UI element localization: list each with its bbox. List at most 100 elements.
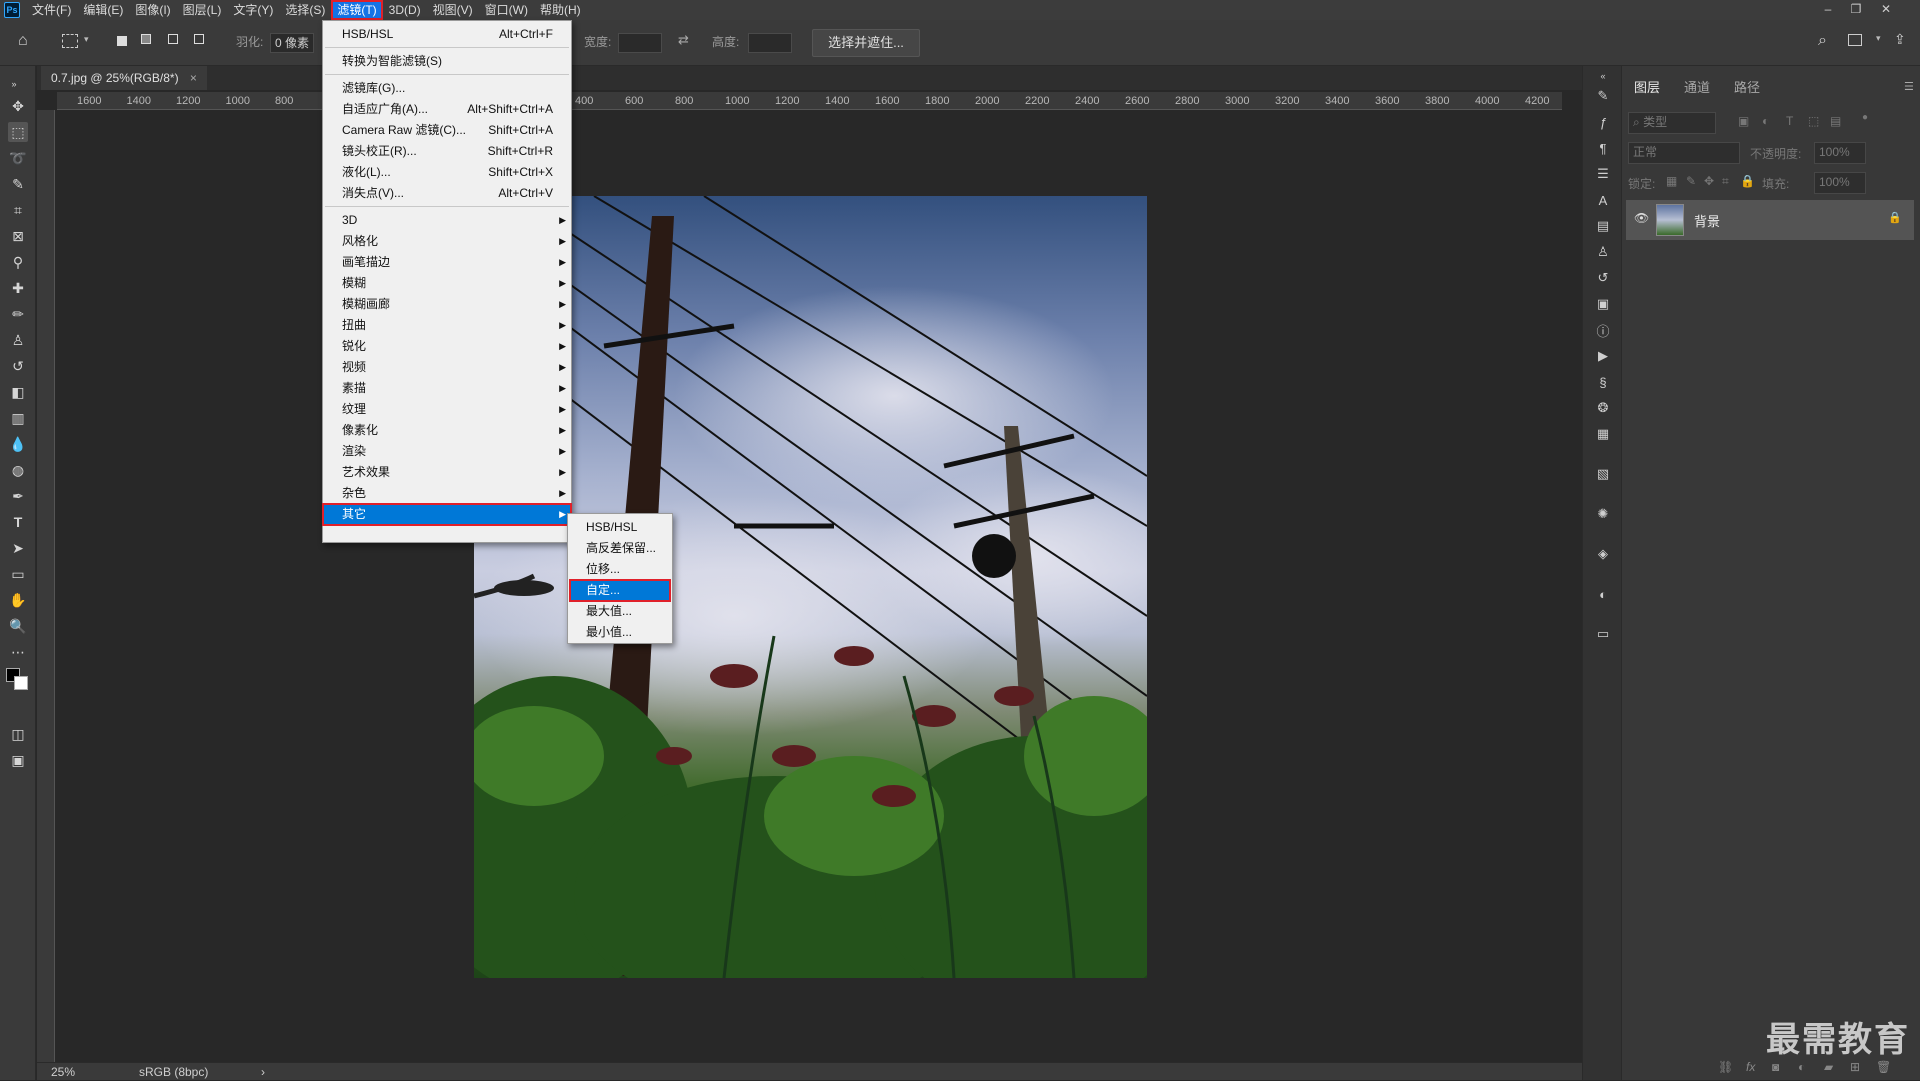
panel-menu-icon[interactable]: ☰ [1904, 80, 1914, 93]
filter-menu-item[interactable]: 消失点(V)... Alt+Ctrl+V [323, 183, 571, 204]
menu-3d[interactable]: 3D(D) [383, 0, 427, 20]
minimize-icon[interactable]: – [1814, 0, 1842, 20]
background-color-swatch[interactable] [14, 676, 28, 690]
zoom-tool-icon[interactable]: 🔍 [8, 616, 28, 636]
swap-icon[interactable]: ⇄ [678, 32, 689, 48]
layer-filter-select[interactable]: ⌕ 类型 [1628, 112, 1716, 134]
eyedropper-tool-icon[interactable]: ⚲ [8, 252, 28, 272]
home-icon[interactable]: ⌂ [18, 32, 28, 50]
layer-name[interactable]: 背景 [1694, 211, 1720, 230]
filter-submenu-other[interactable]: 其它 ▶ [322, 503, 572, 526]
filter-menu-item[interactable]: 镜头校正(R)... Shift+Ctrl+R [323, 141, 571, 162]
select-and-mask-button[interactable]: 选择并遮住... [812, 29, 920, 57]
restore-icon[interactable]: ❐ [1842, 0, 1870, 20]
collapse-icon[interactable]: » [4, 74, 24, 94]
new-selection-icon[interactable] [117, 36, 127, 46]
layer-row[interactable]: 👁 背景 🔒 [1626, 200, 1914, 240]
filter-menu-item[interactable]: Camera Raw 滤镜(C)... Shift+Ctrl+A [323, 120, 571, 141]
other-submenu-item[interactable]: 高反差保留... [570, 538, 670, 559]
filter-submenu-item[interactable]: 视频 ▶ [323, 357, 571, 378]
filter-submenu-item[interactable]: 杂色 ▶ [323, 483, 571, 504]
lock-position-icon[interactable]: ✥ [1704, 174, 1714, 188]
adjustments-icon[interactable]: ☰ [1593, 164, 1613, 184]
quick-mask-icon[interactable]: ◫ [8, 724, 28, 744]
zoom-level[interactable]: 25% [51, 1063, 75, 1081]
rectangle-tool-icon[interactable]: ▭ [8, 564, 28, 584]
menu-filter[interactable]: 滤镜(T) [331, 0, 383, 20]
type-tool-icon[interactable]: T [8, 512, 28, 532]
quick-select-tool-icon[interactable]: ✎ [8, 174, 28, 194]
new-layer-icon[interactable]: ⊞ [1850, 1060, 1860, 1074]
tab-channels[interactable]: 通道 [1672, 76, 1722, 100]
actions-icon[interactable]: ▶ [1593, 346, 1613, 366]
width-input[interactable] [618, 33, 662, 53]
healing-brush-tool-icon[interactable]: ✚ [8, 278, 28, 298]
filter-submenu-item[interactable]: 渲染 ▶ [323, 441, 571, 462]
chevron-down-icon[interactable]: ▾ [1876, 33, 1881, 44]
screen-mode-icon[interactable]: ▣ [8, 750, 28, 770]
filter-menu-item[interactable]: 滤镜库(G)... [323, 78, 571, 99]
adjustment-filter-icon[interactable]: ◐ [1762, 114, 1769, 128]
lock-artboard-icon[interactable]: ⌗ [1722, 174, 1729, 189]
brush-tool-icon[interactable]: ✏ [8, 304, 28, 324]
crop-tool-icon[interactable]: ⌗ [8, 200, 28, 220]
marquee-tool-icon[interactable]: ⬚ [8, 122, 28, 142]
stamp-tool-icon[interactable]: ♙ [8, 330, 28, 350]
lasso-tool-icon[interactable]: ➰ [8, 148, 28, 168]
workspace-icon[interactable] [1848, 34, 1862, 46]
marquee-preset-icon[interactable] [62, 34, 78, 48]
pixel-filter-icon[interactable]: ▣ [1738, 114, 1749, 128]
table-icon[interactable]: ▦ [1593, 424, 1613, 444]
other-submenu-item[interactable]: 位移... [570, 559, 670, 580]
menu-edit[interactable]: 编辑(E) [77, 0, 129, 20]
filter-submenu-item[interactable]: 纹理 ▶ [323, 399, 571, 420]
lock-image-icon[interactable]: ✎ [1686, 174, 1696, 188]
filter-submenu-item[interactable]: 艺术效果 ▶ [323, 462, 571, 483]
gradient-tool-icon[interactable]: ▥ [8, 408, 28, 428]
filter-submenu-item[interactable]: 模糊 ▶ [323, 273, 571, 294]
menu-file[interactable]: 文件(F) [26, 0, 77, 20]
menu-view[interactable]: 视图(V) [427, 0, 479, 20]
frame-tool-icon[interactable]: ⊠ [8, 226, 28, 246]
document-tab[interactable]: 0.7.jpg @ 25%(RGB/8*) × [41, 66, 207, 90]
lock-all-icon[interactable]: 🔒 [1740, 174, 1755, 188]
close-icon[interactable]: ✕ [1872, 0, 1900, 20]
blend-mode-select[interactable]: 正常 [1628, 142, 1740, 164]
paths-icon[interactable]: § [1593, 372, 1613, 392]
filter-toggle-icon[interactable]: ● [1862, 112, 1868, 123]
properties-icon[interactable]: ✺ [1593, 504, 1613, 524]
menu-type[interactable]: 文字(Y) [227, 0, 279, 20]
share-icon[interactable]: ⇪ [1894, 31, 1906, 48]
link-layers-icon[interactable]: ⛓ [1718, 1060, 1733, 1074]
filter-menu-item[interactable]: 转换为智能滤镜(S) [323, 51, 571, 72]
clone-source-icon[interactable]: ♙ [1593, 242, 1613, 262]
filter-menu-item[interactable]: 液化(L)... Shift+Ctrl+X [323, 162, 571, 183]
tab-layers[interactable]: 图层 [1622, 76, 1672, 100]
status-menu-arrow[interactable]: › [261, 1063, 265, 1081]
close-tab-icon[interactable]: × [190, 71, 197, 85]
visibility-eye-icon[interactable]: 👁 [1634, 211, 1649, 225]
menu-help[interactable]: 帮助(H) [534, 0, 587, 20]
3d-icon[interactable]: ❂ [1593, 398, 1613, 418]
filter-submenu-item[interactable]: 素描 ▶ [323, 378, 571, 399]
libraries-icon[interactable]: ◈ [1593, 544, 1613, 564]
filter-menu-item[interactable]: 自适应广角(A)... Alt+Shift+Ctrl+A [323, 99, 571, 120]
intersect-selection-icon[interactable] [194, 34, 204, 44]
filter-menu-item[interactable]: HSB/HSL Alt+Ctrl+F [323, 24, 571, 45]
filter-submenu-item[interactable]: 风格化 ▶ [323, 231, 571, 252]
other-submenu-item[interactable]: 最小值... [570, 622, 670, 643]
pen-tool-icon[interactable]: ✒ [8, 486, 28, 506]
more-tools-icon[interactable]: ⋯ [8, 642, 28, 662]
adjustment-layer-icon[interactable]: ◐ [1798, 1060, 1805, 1074]
history-icon[interactable]: ↺ [1593, 268, 1613, 288]
chevron-down-icon[interactable]: ▾ [84, 34, 89, 45]
fx-icon[interactable]: ƒ [1593, 112, 1613, 132]
opacity-input[interactable]: 100% [1814, 142, 1866, 164]
eraser-tool-icon[interactable]: ◧ [8, 382, 28, 402]
add-mask-icon[interactable]: ◙ [1772, 1060, 1779, 1074]
search-icon[interactable]: ⌕ [1818, 32, 1827, 50]
delete-layer-icon[interactable]: 🗑 [1876, 1060, 1891, 1074]
menu-window[interactable]: 窗口(W) [479, 0, 534, 20]
shape-filter-icon[interactable]: ⬚ [1808, 114, 1819, 128]
brush-settings-icon[interactable]: ✎ [1593, 86, 1613, 106]
